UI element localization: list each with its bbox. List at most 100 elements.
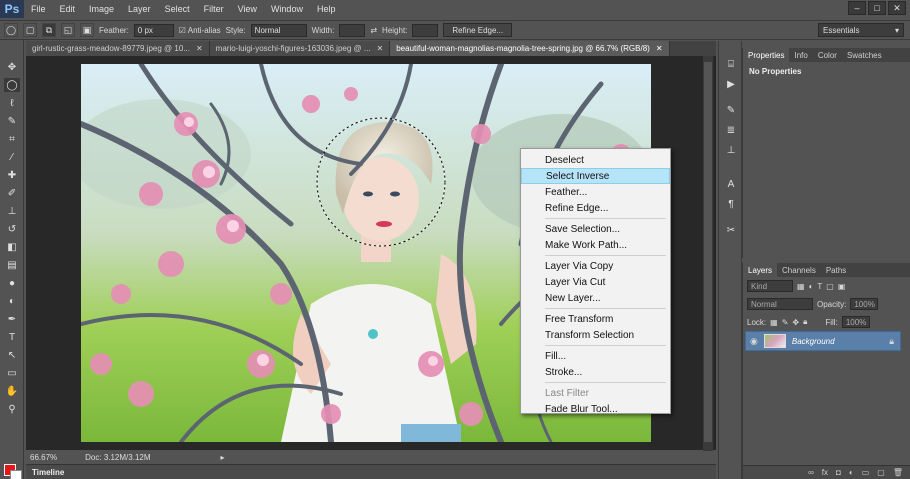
link-layers-icon[interactable]: ∞ xyxy=(808,468,814,477)
menu-select[interactable]: Select xyxy=(158,4,197,14)
pen-tool-icon[interactable]: ✒ xyxy=(4,312,20,326)
tab-document-1[interactable]: girl-rustic-grass-meadow-89779.jpeg @ 10… xyxy=(26,41,210,56)
add-selection-icon[interactable]: ⧉ xyxy=(42,23,56,37)
actions-panel-icon[interactable]: ▶ xyxy=(723,77,739,91)
history-panel-icon[interactable]: ⌸ xyxy=(723,57,739,71)
lock-all-icon[interactable]: 🔒︎ xyxy=(803,317,807,327)
fill-input[interactable]: 100% xyxy=(841,316,870,328)
shape-tool-icon[interactable]: ▭ xyxy=(4,366,20,380)
filter-smart-icon[interactable]: ▣ xyxy=(838,282,846,291)
tab-document-3[interactable]: beautiful-woman-magnolias-magnolia-tree-… xyxy=(390,41,670,56)
eyedropper-tool-icon[interactable]: ⁄ xyxy=(4,150,20,164)
stamp-tool-icon[interactable]: ⊥ xyxy=(4,204,20,218)
antialias-checkbox[interactable]: ☑ Anti-alias xyxy=(179,26,221,35)
hand-tool-icon[interactable]: ✋ xyxy=(4,384,20,398)
add-mask-icon[interactable]: ◘ xyxy=(836,468,841,477)
zoom-level[interactable]: 66.67% xyxy=(30,453,57,462)
vertical-scrollbar[interactable] xyxy=(703,56,713,460)
kind-filter-select[interactable]: Kind xyxy=(747,280,793,292)
tab-layers[interactable]: Layers xyxy=(743,263,778,277)
style-select[interactable]: Normal xyxy=(250,23,307,37)
history-brush-icon[interactable]: ↺ xyxy=(4,222,20,236)
scrollbar-thumb[interactable] xyxy=(704,62,712,442)
adjustment-layer-icon[interactable]: ◐ xyxy=(849,468,854,477)
lock-pixels-icon[interactable]: ✎ xyxy=(782,318,789,327)
filter-type-icon[interactable]: T xyxy=(817,282,822,291)
menu-file[interactable]: File xyxy=(24,4,53,14)
workspace-select[interactable]: Essentials ▾ xyxy=(818,23,904,37)
timeline-panel-tab[interactable]: Timeline xyxy=(26,464,716,479)
lock-transparent-icon[interactable]: ▦ xyxy=(770,318,778,327)
lasso-tool-icon[interactable]: ℓ xyxy=(4,96,20,110)
intersect-selection-icon[interactable]: ▣ xyxy=(80,23,94,37)
crop-tool-icon[interactable]: ⌗ xyxy=(4,132,20,146)
quick-select-tool-icon[interactable]: ✎ xyxy=(4,114,20,128)
swap-icon[interactable]: ⇄ xyxy=(370,26,377,35)
menu-view[interactable]: View xyxy=(231,4,264,14)
menu-layer[interactable]: Layer xyxy=(121,4,158,14)
filter-pixel-icon[interactable]: ▦ xyxy=(797,282,805,291)
close-icon[interactable]: ✕ xyxy=(656,44,663,53)
close-icon[interactable]: ✕ xyxy=(377,44,384,53)
close-button[interactable]: ✕ xyxy=(888,1,906,15)
menu-item-refine-edge[interactable]: Refine Edge... xyxy=(521,200,670,216)
menu-item-save-selection[interactable]: Save Selection... xyxy=(521,221,670,237)
close-icon[interactable]: ✕ xyxy=(196,44,203,53)
visibility-eye-icon[interactable]: ◉ xyxy=(750,336,758,347)
menu-item-new-layer[interactable]: New Layer... xyxy=(521,290,670,306)
character-panel-icon[interactable]: A xyxy=(723,177,739,191)
path-select-icon[interactable]: ↖ xyxy=(4,348,20,362)
layer-style-icon[interactable]: fx xyxy=(822,468,828,477)
layer-row-background[interactable]: ◉ Background 🔒︎ xyxy=(745,331,901,351)
healing-tool-icon[interactable]: ✚ xyxy=(4,168,20,182)
menu-item-deselect[interactable]: Deselect xyxy=(521,152,670,168)
brush-tool-icon[interactable]: ✐ xyxy=(4,186,20,200)
gradient-tool-icon[interactable]: ▤ xyxy=(4,258,20,272)
menu-edit[interactable]: Edit xyxy=(53,4,83,14)
filter-shape-icon[interactable]: ▢ xyxy=(826,282,834,291)
tab-document-2[interactable]: mario-luigi-yoschi-figures-163036.jpeg @… xyxy=(209,41,391,56)
tab-color[interactable]: Color xyxy=(813,48,842,62)
menu-filter[interactable]: Filter xyxy=(197,4,231,14)
filter-adjust-icon[interactable]: ◐ xyxy=(809,282,814,291)
elliptical-marquee-icon[interactable]: ◯ xyxy=(4,23,18,37)
menu-image[interactable]: Image xyxy=(82,4,121,14)
menu-item-make-work-path[interactable]: Make Work Path... xyxy=(521,237,670,253)
maximize-button[interactable]: □ xyxy=(868,1,886,15)
menu-item-stroke[interactable]: Stroke... xyxy=(521,364,670,380)
blend-mode-select[interactable]: Normal xyxy=(747,298,813,310)
dodge-tool-icon[interactable]: ◐ xyxy=(4,294,20,308)
type-tool-icon[interactable]: T xyxy=(4,330,20,344)
menu-item-free-transform[interactable]: Free Transform xyxy=(521,311,670,327)
eraser-tool-icon[interactable]: ◧ xyxy=(4,240,20,254)
move-tool-icon[interactable]: ✥ xyxy=(4,60,20,74)
brush-presets-icon[interactable]: ≣ xyxy=(723,123,739,137)
tab-info[interactable]: Info xyxy=(789,48,812,62)
tool-presets-icon[interactable]: ✂ xyxy=(723,223,739,237)
marquee-tool-icon[interactable]: ◯ xyxy=(4,78,20,92)
delete-layer-icon[interactable]: 🗑︎ xyxy=(893,468,903,477)
menu-window[interactable]: Window xyxy=(264,4,310,14)
tab-paths[interactable]: Paths xyxy=(821,263,851,277)
new-layer-icon[interactable]: ▢ xyxy=(877,468,885,477)
menu-item-transform-selection[interactable]: Transform Selection xyxy=(521,327,670,343)
width-input[interactable] xyxy=(339,23,366,37)
lock-position-icon[interactable]: ✥ xyxy=(792,318,799,327)
menu-item-layer-via-cut[interactable]: Layer Via Cut xyxy=(521,274,670,290)
opacity-input[interactable]: 100% xyxy=(850,298,879,310)
menu-item-layer-via-copy[interactable]: Layer Via Copy xyxy=(521,258,670,274)
minimize-button[interactable]: – xyxy=(848,1,866,15)
tab-properties[interactable]: Properties xyxy=(743,48,790,62)
status-arrow-icon[interactable]: ▸ xyxy=(221,453,225,462)
tab-channels[interactable]: Channels xyxy=(777,263,821,277)
zoom-tool-icon[interactable]: ⚲ xyxy=(4,402,20,416)
clone-source-icon[interactable]: ⊥ xyxy=(723,143,739,157)
height-input[interactable] xyxy=(412,23,439,37)
paragraph-panel-icon[interactable]: ¶ xyxy=(723,197,739,211)
refine-edge-button[interactable]: Refine Edge... xyxy=(443,23,513,37)
menu-help[interactable]: Help xyxy=(310,4,343,14)
menu-item-fill[interactable]: Fill... xyxy=(521,348,670,364)
blur-tool-icon[interactable]: ● xyxy=(4,276,20,290)
subtract-selection-icon[interactable]: ◱ xyxy=(61,23,75,37)
menu-item-fade-blur-tool[interactable]: Fade Blur Tool... xyxy=(521,401,670,417)
